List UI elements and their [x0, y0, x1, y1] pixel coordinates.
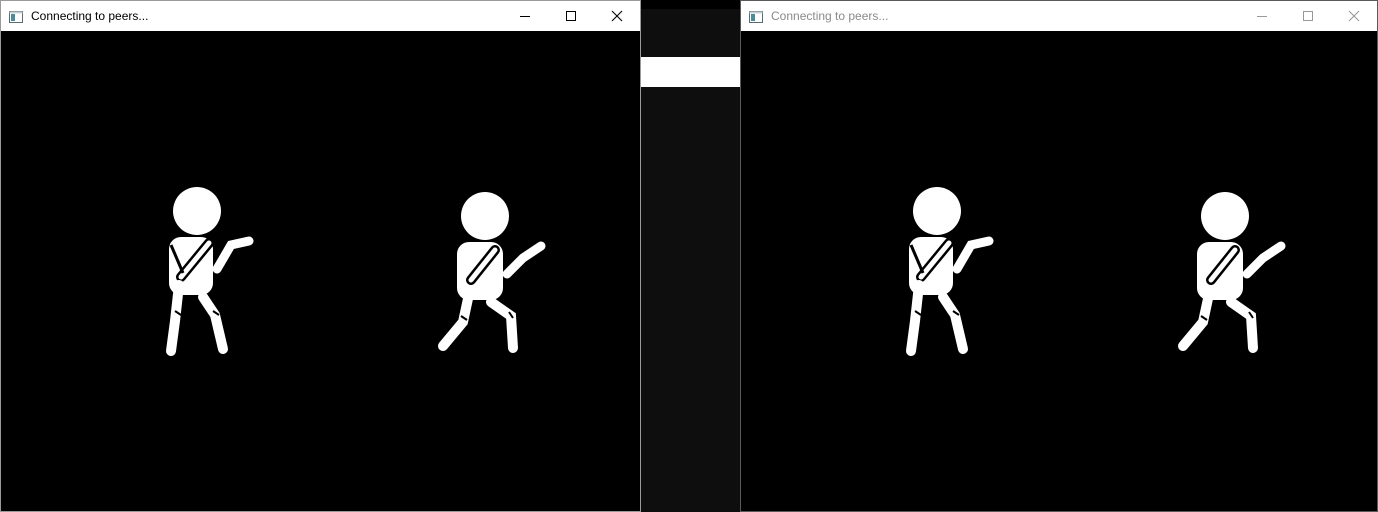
- game-window-left[interactable]: Connecting to peers...: [0, 0, 641, 512]
- maximize-button[interactable]: [548, 1, 594, 31]
- minimize-button[interactable]: [502, 1, 548, 31]
- close-button[interactable]: [1331, 1, 1377, 31]
- close-icon: [611, 10, 623, 22]
- minimize-icon: [1257, 16, 1267, 17]
- window-controls: [1239, 1, 1377, 31]
- background-strip: [641, 0, 740, 9]
- app-window-icon: [9, 10, 23, 23]
- maximize-icon: [1303, 11, 1313, 21]
- window-controls: [502, 1, 640, 31]
- close-button[interactable]: [594, 1, 640, 31]
- window-title: Connecting to peers...: [771, 9, 889, 23]
- app-window-icon: [749, 10, 763, 23]
- game-window-right[interactable]: Connecting to peers...: [740, 0, 1378, 512]
- maximize-button[interactable]: [1285, 1, 1331, 31]
- minimize-icon: [520, 16, 530, 17]
- window-title: Connecting to peers...: [31, 9, 149, 23]
- stick-fighter-player-1: [906, 187, 994, 356]
- titlebar[interactable]: Connecting to peers...: [1, 1, 640, 31]
- close-icon: [1348, 10, 1360, 22]
- minimize-button[interactable]: [1239, 1, 1285, 31]
- background-window-edge: [641, 57, 740, 87]
- game-canvas[interactable]: [741, 31, 1377, 511]
- stick-fighter-player-2: [438, 192, 546, 353]
- maximize-icon: [566, 11, 576, 21]
- desktop: Connecting to peers... Connecting to pee…: [0, 0, 1378, 512]
- stick-fighter-player-1: [166, 187, 254, 356]
- game-canvas[interactable]: [1, 31, 640, 511]
- stick-fighter-player-2: [1178, 192, 1286, 353]
- titlebar[interactable]: Connecting to peers...: [741, 1, 1377, 31]
